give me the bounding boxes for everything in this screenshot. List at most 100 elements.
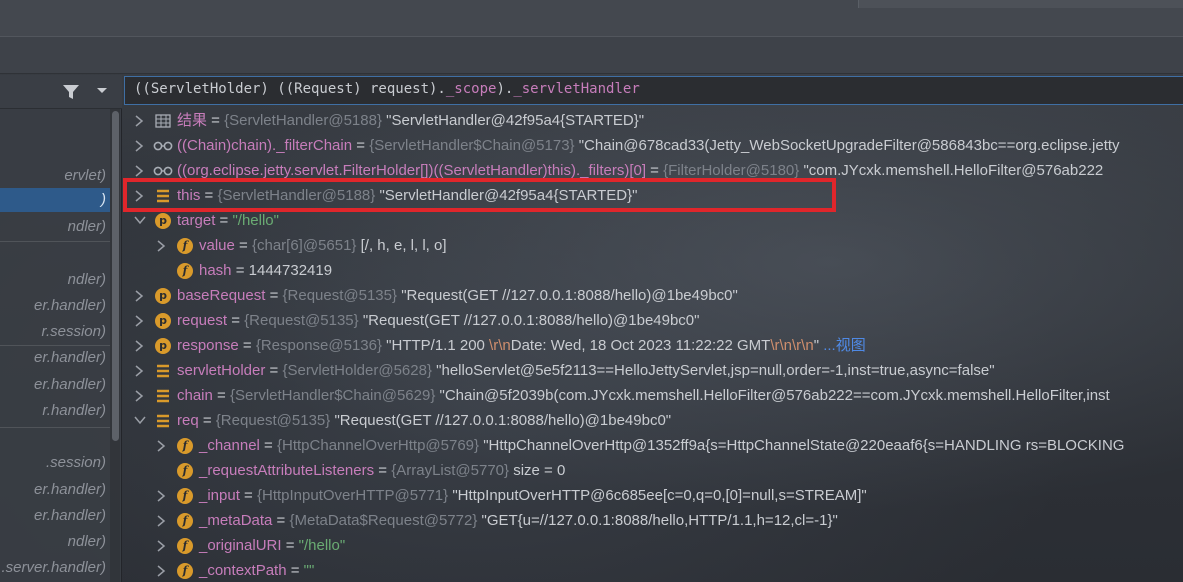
variable-value: [/, h, e, l, l, o] (360, 237, 447, 254)
variable-value: "/hello" (298, 537, 346, 554)
frame-item[interactable]: r.handler) (0, 399, 110, 423)
type-hint: {FilterHolder@5180} (663, 162, 800, 179)
variable-row[interactable]: f _channel = {HttpChannelOverHttp@5769} … (124, 433, 1183, 458)
frame-item[interactable]: er.handler) (0, 373, 110, 397)
variable-row[interactable]: f _input = {HttpInputOverHTTP@5771} "Htt… (124, 483, 1183, 508)
variable-value: "com.JYcxk.memshell.HelloFilter@576ab222 (803, 162, 1104, 179)
variable-value: "GET{u=//127.0.0.1:8088/hello,HTTP/1.1,h… (481, 512, 838, 529)
frame-item[interactable]: .server.handler) (0, 556, 110, 580)
variable-row[interactable]: f _originalURI = "/hello" (124, 533, 1183, 558)
frames-scrollbar-thumb[interactable] (112, 111, 119, 441)
expression-text: ((ServletHolder) ((Request) request)._sc… (134, 81, 640, 97)
type-hint: {Response@5136} (255, 337, 382, 354)
variable-value: "Chain@678cad33(Jetty_WebSocketUpgradeFi… (578, 137, 1120, 154)
frame-item[interactable]: ndler) (0, 530, 110, 554)
object-lines-icon (157, 364, 169, 378)
frame-item[interactable]: er.handler) (0, 294, 110, 318)
frames-panel: ervlet) ) ndler) ndler) er.handler) r.se… (0, 75, 122, 582)
variable-name: value (199, 237, 235, 254)
field-icon: f (177, 538, 193, 554)
frame-item[interactable]: ndler) (0, 215, 110, 239)
chevron-right-icon[interactable] (132, 333, 146, 358)
variable-row[interactable]: f value = {char[6]@5651} [/, h, e, l, l,… (124, 233, 1183, 258)
frame-item[interactable]: er.handler) (0, 504, 110, 528)
chevron-right-icon[interactable] (154, 233, 168, 258)
variable-row[interactable]: p request = {Request@5135} "Request(GET … (124, 308, 1183, 333)
variable-name: _contextPath (199, 562, 287, 579)
type-hint: {ServletHandler$Chain@5629} (229, 387, 436, 404)
variable-row[interactable]: p response = {Response@5136} "HTTP/1.1 2… (124, 333, 1183, 358)
type-hint: {Request@5135} (215, 412, 331, 429)
type-hint: {ServletHandler$Chain@5173} (369, 137, 575, 154)
object-lines-icon (157, 389, 169, 403)
frame-item[interactable]: ndler) (0, 268, 110, 292)
field-icon: f (177, 488, 193, 504)
frame-item[interactable]: er.handler) (0, 478, 110, 502)
field-icon: f (177, 563, 193, 579)
chevron-right-icon[interactable] (132, 383, 146, 408)
frame-item[interactable]: r.session) (0, 320, 110, 344)
chevron-right-icon[interactable] (154, 508, 168, 533)
type-hint: {char[6]@5651} (251, 237, 357, 254)
watch-glasses-icon (153, 141, 173, 151)
variable-name: chain (177, 387, 213, 404)
variable-name: baseRequest (177, 287, 266, 304)
chevron-right-icon[interactable] (154, 533, 168, 558)
view-link[interactable]: ...视图 (823, 337, 866, 354)
type-hint: {ServletHolder@5628} (282, 362, 432, 379)
variable-row[interactable]: ((Chain)chain)._filterChain = {ServletHa… (124, 133, 1183, 158)
chevron-right-icon[interactable] (132, 358, 146, 383)
chevron-down-icon[interactable] (96, 85, 108, 97)
chevron-right-icon[interactable] (132, 108, 146, 133)
variable-row[interactable]: req = {Request@5135} "Request(GET //127.… (124, 408, 1183, 433)
frame-item[interactable]: er.handler) (0, 346, 110, 370)
frame-item[interactable]: .session) (0, 451, 110, 475)
parameter-icon: p (155, 313, 171, 329)
variable-value: "HTTP/1.1 200 (386, 337, 490, 354)
chevron-right-icon[interactable] (154, 433, 168, 458)
variable-row[interactable]: servletHolder = {ServletHolder@5628} "he… (124, 358, 1183, 383)
variable-value: "Request(GET //127.0.0.1:8088/hello)@1be… (334, 412, 672, 429)
variable-row[interactable]: f _requestAttributeListeners = {ArrayLis… (124, 458, 1183, 483)
field-icon: f (177, 513, 193, 529)
field-icon: f (177, 238, 193, 254)
chevron-right-icon[interactable] (132, 283, 146, 308)
type-hint: {MetaData$Request@5772} (289, 512, 478, 529)
field-icon: f (177, 263, 193, 279)
red-highlight-box (123, 178, 836, 212)
chevron-right-icon[interactable] (132, 308, 146, 333)
frames-toolbar (0, 75, 122, 109)
type-hint: {HttpInputOverHTTP@5771} (256, 487, 449, 504)
variable-value: "" (303, 562, 315, 579)
object-lines-icon (157, 414, 169, 428)
chevron-right-icon[interactable] (154, 558, 168, 582)
parameter-icon: p (155, 288, 171, 304)
variable-row[interactable]: f _metaData = {MetaData$Request@5772} "G… (124, 508, 1183, 533)
variable-row[interactable]: f _contextPath = "" (124, 558, 1183, 582)
variable-row[interactable]: chain = {ServletHandler$Chain@5629} "Cha… (124, 383, 1183, 408)
result-grid-icon (155, 114, 171, 128)
type-hint: {Request@5135} (282, 287, 398, 304)
top-toolbar (0, 0, 1183, 36)
frame-item-selected[interactable]: ) (0, 188, 110, 212)
chevron-down-icon[interactable] (132, 408, 146, 433)
field-icon: f (177, 438, 193, 454)
chevron-right-icon[interactable] (154, 483, 168, 508)
variable-value: "Request(GET //127.0.0.1:8088/hello)@1be… (362, 312, 700, 329)
watch-glasses-icon (153, 166, 173, 176)
filter-icon[interactable] (62, 83, 80, 101)
variable-row[interactable]: f hash = 1444732419 (124, 258, 1183, 283)
variable-name: hash (199, 262, 232, 279)
variable-name: ((org.eclipse.jetty.servlet.FilterHolder… (177, 162, 647, 179)
variable-row[interactable]: 结果 = {ServletHandler@5188} "ServletHandl… (124, 108, 1183, 133)
variable-name: request (177, 312, 228, 329)
variable-row[interactable]: p baseRequest = {Request@5135} "Request(… (124, 283, 1183, 308)
chevron-right-icon[interactable] (132, 133, 146, 158)
type-hint: {ArrayList@5770} (391, 462, 510, 479)
variable-name: _input (199, 487, 240, 504)
variable-value: "HttpInputOverHTTP@6c685ee[c=0,q=0,[0]=n… (452, 487, 867, 504)
frame-item[interactable]: ervlet) (0, 164, 110, 188)
variable-value: "/hello" (232, 212, 279, 229)
variable-name: _metaData (199, 512, 273, 529)
evaluate-expression-field[interactable]: ((ServletHolder) ((Request) request)._sc… (124, 76, 1183, 105)
